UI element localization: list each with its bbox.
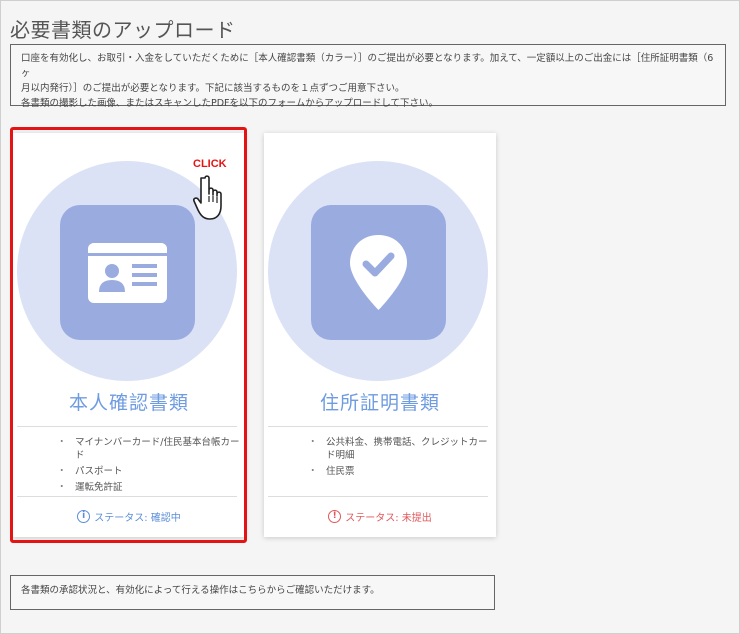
status-badge: ! ステータス: 未提出 (264, 509, 496, 524)
location-check-icon (311, 205, 446, 340)
status-info-note[interactable]: 各書類の承認状況と、有効化によって行える操作はこちらからご確認いただけます。 (10, 575, 495, 610)
document-list: 公共料金、携帯電話、クレジットカード明細 住民票 (308, 436, 496, 481)
instructions-line-3: 各書類の撮影した画像、またはスキャンしたPDFを以下のフォームからアップロードし… (21, 98, 438, 109)
list-item: 住民票 (308, 465, 496, 478)
card-title: 住所証明書類 (319, 392, 440, 414)
divider (268, 496, 488, 497)
alert-icon: ! (328, 510, 342, 523)
address-proof-card[interactable]: 住所証明書類 公共料金、携帯電話、クレジットカード明細 住民票 !ステータス: … (264, 133, 496, 537)
instructions-line-2: 月以内発行）］のご提出が必要となります。下記に該当するものを１点ずつご用意下さい… (21, 83, 405, 94)
instructions-box: 口座を有効化し、お取引・入金をしていただくために［本人確認書類（カラー）］のご提… (10, 44, 726, 109)
divider (268, 426, 488, 427)
list-item: 公共料金、携帯電話、クレジットカード明細 (308, 436, 496, 462)
status-text: ステータス: 未提出 (345, 513, 432, 524)
click-annotation-label: CLICK (193, 158, 227, 170)
instructions-line-1: 口座を有効化し、お取引・入金をしていただくために［本人確認書類（カラー）］のご提… (21, 53, 714, 79)
pointer-hand-icon (190, 174, 230, 226)
status-info-text: 各書類の承認状況と、有効化によって行える操作はこちらからご確認いただけます。 (21, 585, 380, 596)
page-title: 必要書類のアップロード (10, 18, 236, 42)
